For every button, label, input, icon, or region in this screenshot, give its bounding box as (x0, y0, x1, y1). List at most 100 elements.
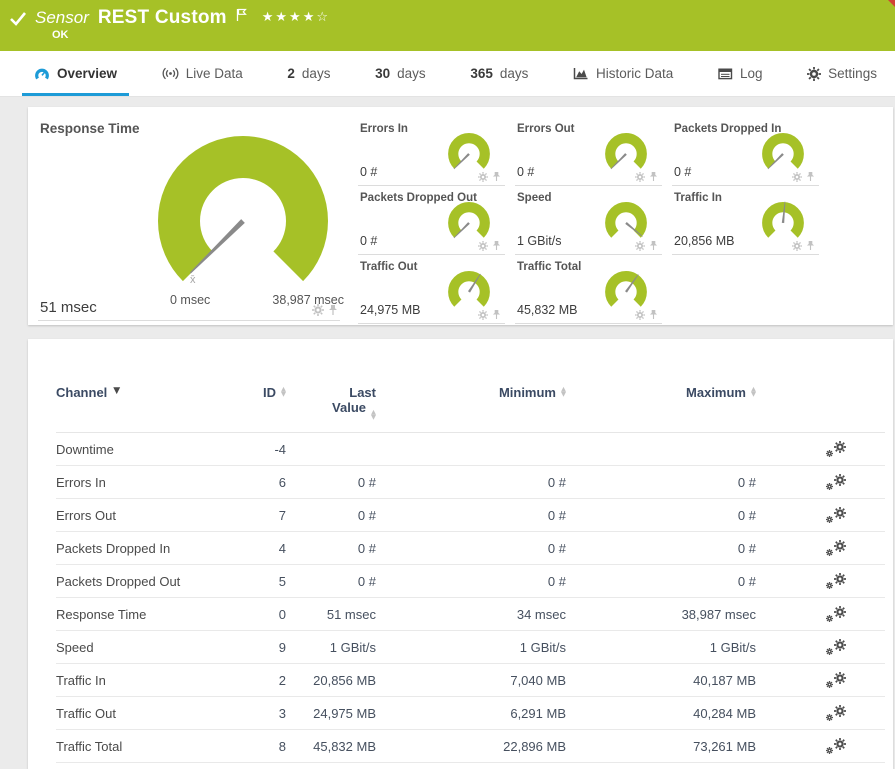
gear-icon-small (826, 714, 833, 721)
gear-icon[interactable] (635, 241, 645, 251)
channel-settings-button[interactable] (826, 606, 847, 622)
cell-minimum: 6,291 MB (376, 706, 566, 721)
tab-settings[interactable]: Settings (803, 51, 881, 96)
pin-icon[interactable] (806, 240, 815, 251)
cell-id: 7 (236, 508, 286, 523)
cell-channel: Response Time (56, 607, 236, 622)
col-id[interactable]: ID ▲▼ (236, 385, 286, 400)
pin-icon[interactable] (328, 304, 338, 316)
pin-icon[interactable] (649, 240, 658, 251)
channel-settings-button[interactable] (826, 441, 847, 457)
col-last-value[interactable]: Last Value▲▼ (286, 385, 376, 418)
channel-settings-button[interactable] (826, 474, 847, 490)
cell-id: 3 (236, 706, 286, 721)
gear-icon[interactable] (792, 241, 802, 251)
cell-minimum: 0 # (376, 574, 566, 589)
tab-log[interactable]: Log (714, 51, 767, 96)
sort-desc-icon[interactable]: ▼ (113, 386, 120, 396)
gear-icon[interactable] (478, 172, 488, 182)
tab-30-days[interactable]: 30 days (371, 51, 430, 96)
cell-maximum: 0 # (566, 574, 756, 589)
gear-icon (834, 441, 846, 453)
gear-icon (834, 639, 846, 651)
pin-icon[interactable] (492, 240, 501, 251)
live-data-icon (162, 67, 179, 80)
gear-icon-small (826, 747, 833, 754)
col-channel[interactable]: Channel ▼ (56, 385, 236, 400)
channel-settings-button[interactable] (826, 738, 847, 754)
table-row: Traffic Total 8 45,832 MB 22,896 MB 73,2… (56, 730, 885, 763)
cell-minimum: 0 # (376, 475, 566, 490)
gear-icon (834, 573, 846, 585)
cell-minimum: 1 GBit/s (376, 640, 566, 655)
gear-icon-small (826, 516, 833, 523)
gear-icon-small (826, 582, 833, 589)
pin-icon[interactable] (649, 309, 658, 320)
status-badge: OK (52, 29, 69, 41)
table-row: Errors In 6 0 # 0 # 0 # (56, 466, 885, 499)
response-time-gauge-tile: Response Time x̄ 0 msec 38,987 msec 51 m… (38, 117, 340, 321)
sort-icon[interactable]: ▲▼ (561, 387, 566, 397)
gear-icon (834, 705, 846, 717)
flag-icon[interactable] (236, 8, 247, 22)
col-minimum[interactable]: Minimum ▲▼ (376, 385, 566, 400)
small-gauges-grid: Errors In 0 # Errors Out 0 # (352, 117, 823, 325)
gauge-value: 24,975 MB (360, 303, 420, 317)
gauge-tile: Packets Dropped Out 0 # (358, 186, 505, 255)
channel-settings-button[interactable] (826, 573, 847, 589)
gear-icon (834, 540, 846, 552)
col-maximum[interactable]: Maximum ▲▼ (566, 385, 756, 400)
cell-maximum: 73,261 MB (566, 739, 756, 754)
tab-bar: Overview Live Data 2 days 30 days 365 da… (0, 51, 895, 97)
pin-icon[interactable] (492, 309, 501, 320)
gear-icon[interactable] (312, 304, 324, 316)
response-time-gauge: x̄ (148, 123, 338, 295)
pin-icon[interactable] (492, 171, 501, 182)
cell-id: 4 (236, 541, 286, 556)
sort-icon[interactable]: ▲▼ (751, 387, 756, 397)
cell-channel: Speed (56, 640, 236, 655)
gauge-tile: Errors Out 0 # (515, 117, 662, 186)
channel-settings-button[interactable] (826, 705, 847, 721)
sort-icon[interactable]: ▲▼ (371, 410, 376, 420)
table-row: Errors Out 7 0 # 0 # 0 # (56, 499, 885, 532)
settings-gear-icon (807, 67, 821, 81)
cell-maximum: 0 # (566, 475, 756, 490)
channel-settings-button[interactable] (826, 540, 847, 556)
channel-settings-button[interactable] (826, 672, 847, 688)
cell-channel: Errors In (56, 475, 236, 490)
gauge-value: 0 # (674, 165, 691, 179)
cell-channel: Traffic In (56, 673, 236, 688)
sort-icon[interactable]: ▲▼ (281, 387, 286, 397)
content-area: Response Time x̄ 0 msec 38,987 msec 51 m… (0, 97, 895, 769)
gauge-value: 20,856 MB (674, 234, 734, 248)
tab-live-data[interactable]: Live Data (158, 51, 247, 96)
gear-icon[interactable] (478, 241, 488, 251)
star-rating[interactable]: ★★★★☆ (262, 10, 330, 25)
tab-overview[interactable]: Overview (30, 51, 121, 96)
pin-icon[interactable] (806, 171, 815, 182)
gauge-arc (179, 157, 307, 266)
gauge-tile: Speed 1 GBit/s (515, 186, 662, 255)
gear-icon[interactable] (635, 310, 645, 320)
cell-minimum: 22,896 MB (376, 739, 566, 754)
cell-last-value: 51 msec (286, 607, 376, 622)
gear-icon[interactable] (792, 172, 802, 182)
gear-icon[interactable] (635, 172, 645, 182)
cell-maximum: 40,284 MB (566, 706, 756, 721)
status-check-icon (10, 12, 26, 25)
table-header-row: Channel ▼ ID ▲▼ Last Value▲▼ Minimum ▲▼ … (56, 385, 885, 433)
tab-historic-data[interactable]: Historic Data (569, 51, 677, 96)
channel-settings-button[interactable] (826, 639, 847, 655)
pin-icon[interactable] (649, 171, 658, 182)
channel-settings-button[interactable] (826, 507, 847, 523)
gear-icon[interactable] (478, 310, 488, 320)
gear-icon-small (826, 681, 833, 688)
historic-data-icon (573, 67, 589, 80)
cell-minimum: 0 # (376, 508, 566, 523)
sensor-header: Sensor REST Custom ★★★★☆ OK (0, 0, 895, 51)
tab-365-days[interactable]: 365 days (466, 51, 532, 96)
gauges-panel: Response Time x̄ 0 msec 38,987 msec 51 m… (28, 107, 893, 325)
gauge-tile: Traffic In 20,856 MB (672, 186, 819, 255)
tab-2-days[interactable]: 2 days (283, 51, 334, 96)
